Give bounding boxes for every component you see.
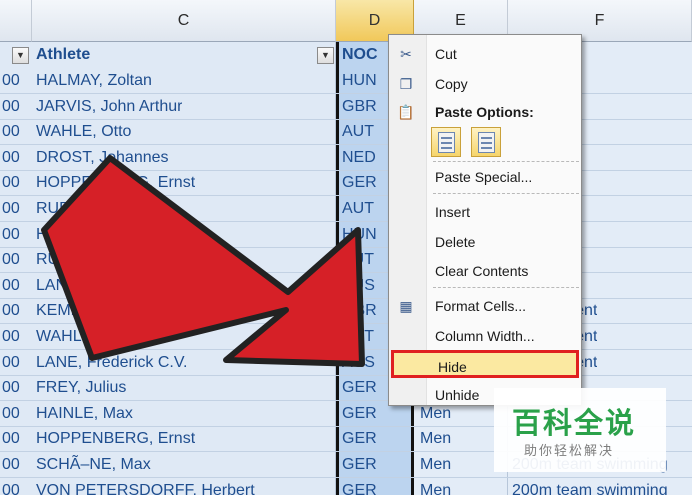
menu-separator <box>433 161 579 162</box>
paste-options-label: Paste Options: <box>435 104 534 120</box>
watermark-title: 百科全说 <box>512 408 637 440</box>
paste-format-icon <box>438 132 455 153</box>
menu-item-copy-label: Copy <box>435 76 468 92</box>
menu-item-hide[interactable]: Hide <box>391 350 579 378</box>
arrow-shape <box>41 155 365 367</box>
column-width-label: Column Width... <box>435 328 535 344</box>
menu-section-paste-options: 📋 Paste Options: <box>389 98 581 126</box>
hide-label: Hide <box>438 359 467 375</box>
menu-item-copy[interactable]: ❐ Copy <box>389 70 581 98</box>
menu-separator <box>433 287 579 288</box>
menu-item-column-width[interactable]: Column Width... <box>389 322 581 350</box>
paste-values-button[interactable] <box>471 127 501 157</box>
paste-formatting-button[interactable] <box>431 127 461 157</box>
watermark-subtitle: 助你轻松解决 <box>524 443 615 458</box>
copy-icon: ❐ <box>399 76 413 92</box>
format-cells-label: Format Cells... <box>435 298 527 314</box>
clear-contents-label: Clear Contents <box>435 263 529 279</box>
format-cells-icon: ▦ <box>399 298 413 314</box>
paste-values-icon <box>478 132 495 153</box>
menu-item-clear-contents[interactable]: Clear Contents <box>389 257 581 285</box>
watermark-logo: 百科全说 助你轻松解决 <box>494 388 666 472</box>
excel-spreadsheet-window: C D E F ▼ Athlete ▼ NOC 00 HALMAY, Zoltan… <box>0 0 692 495</box>
menu-item-insert[interactable]: Insert <box>389 198 581 226</box>
scissors-icon: ✂ <box>400 46 412 62</box>
menu-item-cut-label: Cut <box>435 46 457 62</box>
menu-separator <box>433 193 579 194</box>
delete-label: Delete <box>435 234 476 250</box>
unhide-label: Unhide <box>435 387 480 403</box>
column-context-menu: ✂ Cut ❐ Copy 📋 Paste Options: Paste Spec… <box>388 34 582 406</box>
menu-item-cut[interactable]: ✂ Cut <box>389 40 581 68</box>
insert-label: Insert <box>435 204 471 220</box>
menu-item-delete[interactable]: Delete <box>389 228 581 256</box>
menu-item-format-cells[interactable]: ▦ Format Cells... <box>389 292 581 320</box>
paste-special-label: Paste Special... <box>435 169 533 185</box>
menu-item-paste-special[interactable]: Paste Special... <box>389 163 581 191</box>
clipboard-icon: 📋 <box>397 104 415 120</box>
